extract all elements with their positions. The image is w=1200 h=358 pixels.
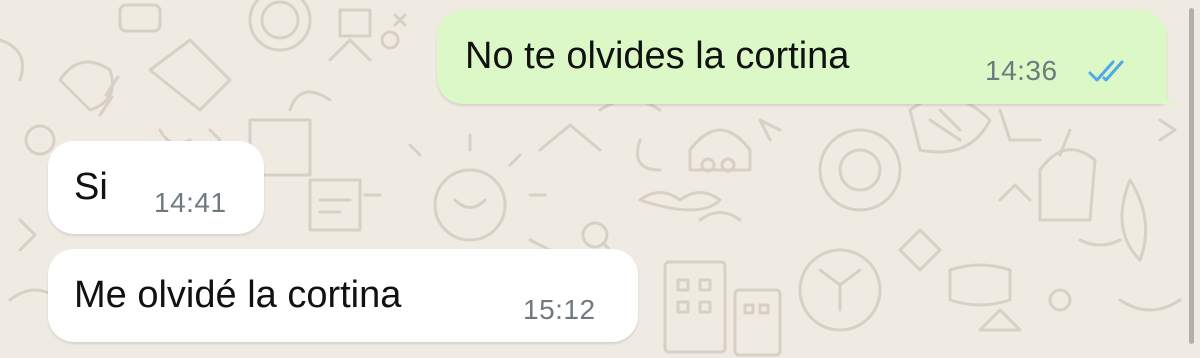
chat-view[interactable]: No te olvides la cortina 14:36 Si 14:41 …: [0, 0, 1200, 358]
message-text: Si: [74, 166, 108, 208]
message-text: Me olvidé la cortina: [74, 274, 402, 316]
message-timestamp: 14:41: [154, 187, 227, 218]
incoming-message-bubble[interactable]: Me olvidé la cortina 15:12: [48, 249, 638, 342]
double-check-icon: [1088, 60, 1124, 82]
message-text: No te olvides la cortina: [465, 35, 850, 77]
message-timestamp: 14:36: [985, 55, 1058, 86]
bubble-tail: [1155, 82, 1179, 104]
outgoing-message-bubble[interactable]: No te olvides la cortina 14:36: [437, 10, 1179, 104]
message-timestamp: 15:12: [523, 294, 596, 325]
scrollbar[interactable]: [1189, 8, 1194, 344]
incoming-message-bubble[interactable]: Si 14:41: [48, 141, 264, 234]
